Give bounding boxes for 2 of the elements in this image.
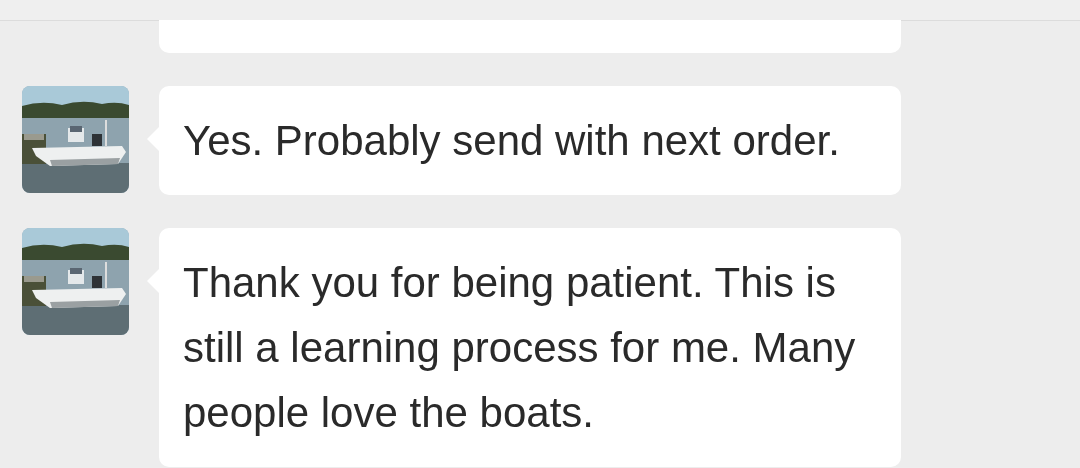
message-text: Yes. Probably send with next order. (183, 117, 840, 164)
message-text: Thank you for being patient. This is still a learning process for me. Many people love the boats. (183, 259, 856, 436)
